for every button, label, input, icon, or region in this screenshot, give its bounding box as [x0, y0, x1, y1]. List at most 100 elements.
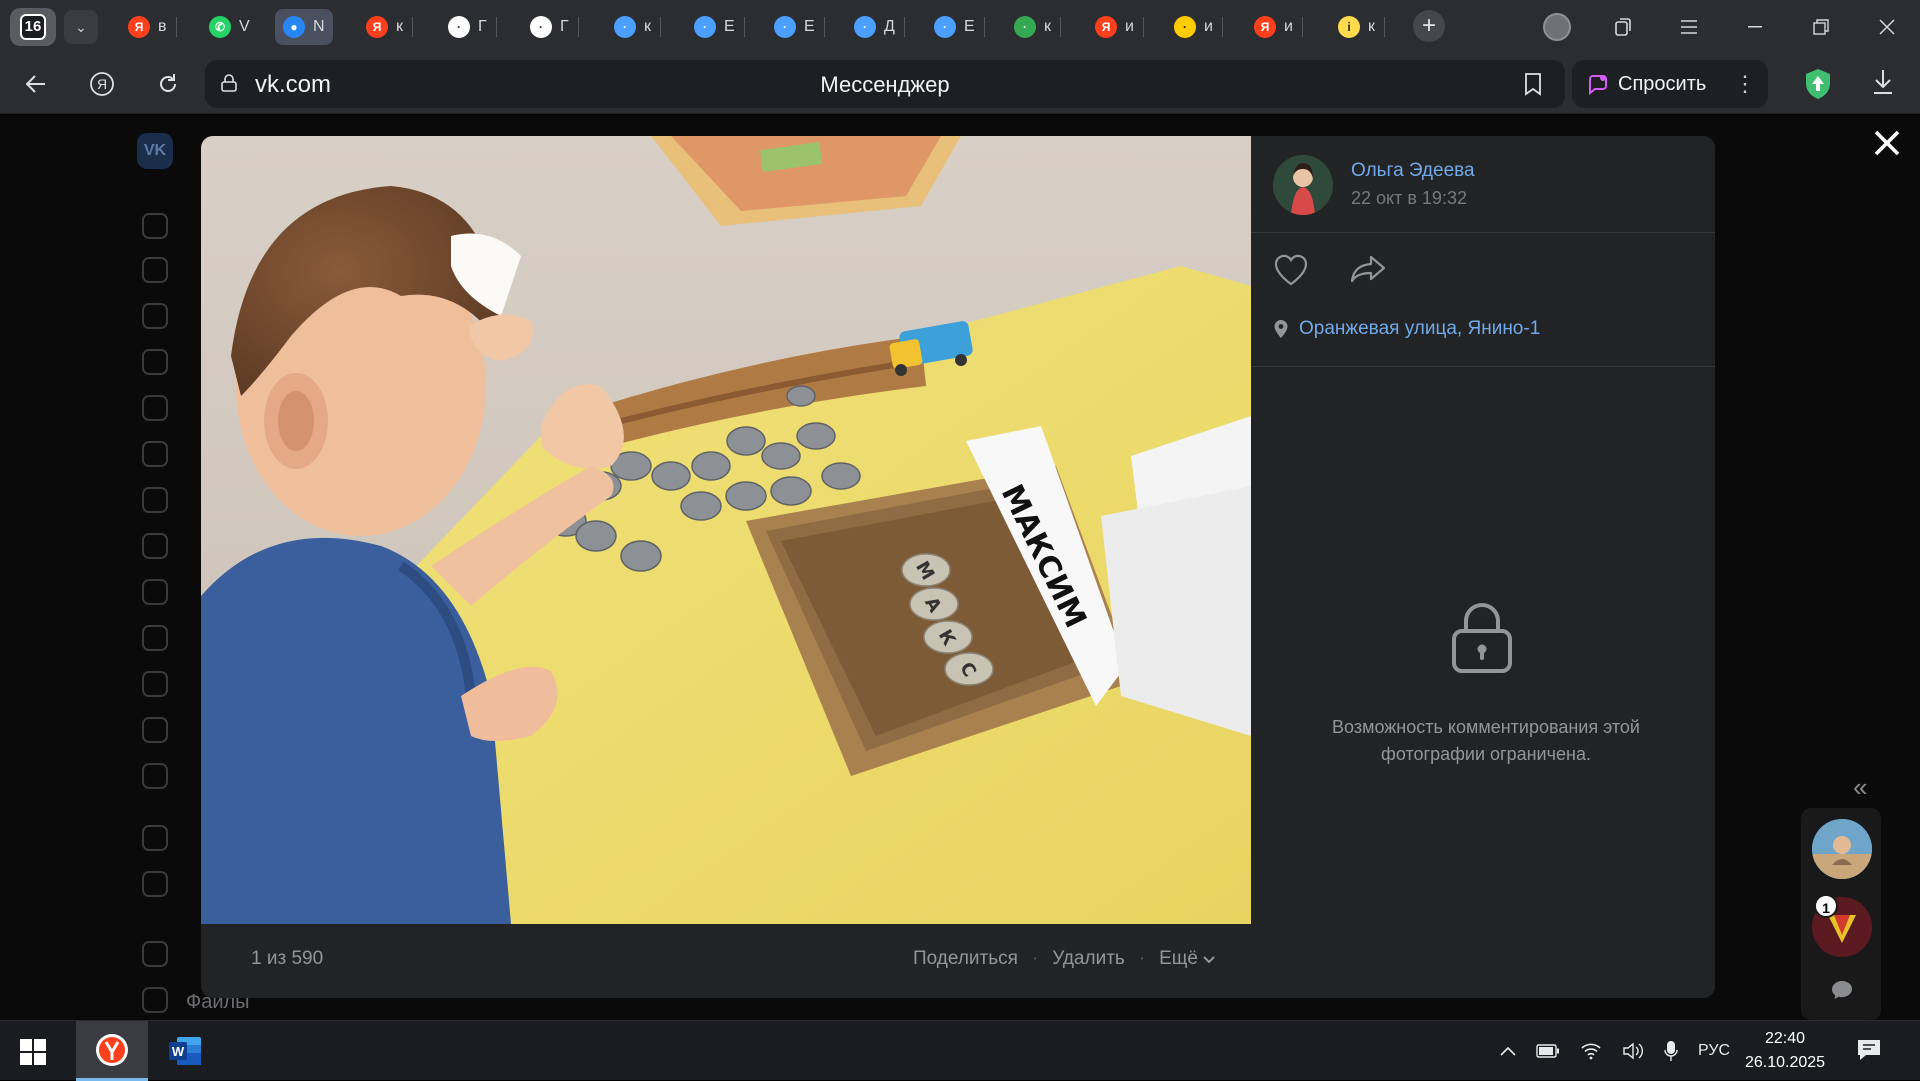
author-name-link[interactable]: Ольга Эдеева [1351, 160, 1475, 182]
close-icon [1874, 130, 1900, 156]
services-nav-icon [142, 825, 168, 851]
browser-tab[interactable]: · Е [686, 9, 745, 45]
clock-time: 22:40 [1764, 1030, 1806, 1047]
bookmark-icon[interactable] [1523, 72, 1543, 96]
chevron-up-icon[interactable] [1500, 1046, 1516, 1056]
browser-tab[interactable]: iк [1330, 9, 1385, 45]
taskbar-word[interactable]: W [150, 1021, 222, 1081]
friends-nav-icon [142, 395, 168, 421]
emblem-icon: · [448, 16, 470, 38]
market-nav-icon [142, 763, 168, 789]
tab-label: и [1284, 18, 1293, 35]
delete-button[interactable]: Удалить [1052, 948, 1125, 970]
news-nav-icon [142, 257, 168, 283]
tab-separator [823, 17, 825, 37]
windows-start-icon[interactable] [20, 1039, 46, 1065]
clips-nav-icon [142, 625, 168, 651]
chevrons-left-icon[interactable]: « [1853, 772, 1867, 803]
browser-tab[interactable]: · к [1006, 9, 1061, 45]
tab-label: к [1044, 18, 1051, 35]
browser-tab[interactable]: · Г [522, 9, 579, 45]
new-tab-button[interactable]: + [1413, 10, 1445, 42]
browser-tab[interactable]: · Г [440, 9, 497, 45]
tab-separator [495, 17, 497, 37]
taskbar-yandex-browser[interactable] [76, 1021, 148, 1081]
communities-nav-icon [142, 441, 168, 467]
restore-button[interactable] [1788, 0, 1854, 54]
tab-separator [1384, 17, 1385, 37]
photos-nav-icon [142, 487, 168, 513]
volume-icon[interactable] [1622, 1042, 1644, 1060]
more-button[interactable]: Ещё [1159, 948, 1215, 970]
browser-tab[interactable]: · Е [766, 9, 825, 45]
tab-separator [983, 17, 985, 37]
word-icon: W [169, 1037, 201, 1065]
clock[interactable]: 22:40 26.10.2025 [1740, 1027, 1830, 1075]
yandex-logo-icon: Я [90, 72, 114, 96]
money-nav-icon [142, 871, 168, 897]
comments-closed-text: Возможность комментирования этой фотогра… [1332, 717, 1640, 764]
ask-alice-button[interactable]: Спросить ⋮ [1572, 60, 1768, 108]
restore-icon [1813, 19, 1829, 35]
photo-image: М А К С МАКСИМ [201, 136, 1251, 924]
close-window-button[interactable] [1854, 0, 1920, 54]
address-bar[interactable]: vk.com Мессенджер [205, 60, 1565, 108]
profile-button[interactable] [1524, 0, 1590, 54]
tab-count-button[interactable]: 16 [10, 8, 56, 46]
reload-button[interactable] [150, 66, 186, 102]
browser-tab[interactable]: · Д [846, 9, 905, 45]
share-button[interactable]: Поделиться [913, 948, 1018, 970]
browser-tab[interactable]: · Е [926, 9, 985, 45]
notifications-icon[interactable] [1856, 1037, 1882, 1063]
back-button[interactable] [18, 66, 54, 102]
close-viewer-button[interactable] [1874, 126, 1900, 162]
browser-tab[interactable]: · к [606, 9, 661, 45]
drive-icon: · [1014, 16, 1036, 38]
collections-button[interactable] [1590, 0, 1656, 54]
heart-icon[interactable] [1273, 254, 1309, 286]
avatar-image [1273, 155, 1333, 215]
tab-separator [1060, 17, 1061, 37]
share-icon[interactable] [1349, 254, 1387, 284]
games-nav-icon [142, 671, 168, 697]
hamburger-icon [1681, 20, 1697, 34]
browser-tab[interactable]: · и [1166, 9, 1223, 45]
chat-avatar[interactable] [1812, 819, 1872, 879]
tab-label: в [158, 18, 167, 35]
battery-icon[interactable] [1536, 1044, 1560, 1058]
site-icon: · [854, 16, 876, 38]
input-language[interactable]: РУС [1698, 1042, 1730, 1060]
tab-separator [577, 17, 579, 37]
browser-tab[interactable]: Яи [1087, 9, 1144, 45]
tab-label: Е [964, 18, 975, 35]
messages-nav-icon [142, 303, 168, 329]
reload-icon [160, 74, 176, 92]
emblem-icon: · [530, 16, 552, 38]
browser-tab[interactable]: ● N [275, 9, 333, 45]
protect-shield-icon[interactable] [1804, 68, 1832, 100]
post-date[interactable]: 22 окт в 19:32 [1351, 188, 1467, 209]
menu-button[interactable] [1656, 0, 1722, 54]
browser-tab[interactable]: ✆ V [201, 9, 258, 45]
close-icon [1879, 19, 1895, 35]
more-vert-icon[interactable]: ⋮ [1734, 71, 1756, 97]
yandex-button[interactable]: Я [84, 66, 120, 102]
bookmarks-nav-icon [142, 941, 168, 967]
author-avatar[interactable] [1273, 155, 1333, 215]
chat-bubble-icon[interactable] [1831, 980, 1853, 1000]
location-link[interactable]: Оранжевая улица, Янино-1 [1273, 318, 1540, 340]
tab-label: к [1368, 18, 1375, 35]
microphone-icon[interactable] [1664, 1040, 1678, 1062]
profile-nav-icon [142, 213, 168, 239]
wifi-icon[interactable] [1580, 1042, 1602, 1060]
download-icon[interactable] [1872, 68, 1894, 96]
yandex-icon: Я [366, 16, 388, 38]
photo[interactable]: М А К С МАКСИМ [201, 136, 1251, 924]
browser-tab[interactable]: Яв [120, 9, 177, 45]
browser-tab[interactable]: Як [358, 9, 413, 45]
music-nav-icon [142, 533, 168, 559]
minimize-button[interactable] [1722, 0, 1788, 54]
tab-list-chevron-icon[interactable]: ⌄ [64, 10, 98, 44]
browser-tab[interactable]: Яи [1246, 9, 1303, 45]
system-tray: РУС [1500, 1021, 1730, 1081]
